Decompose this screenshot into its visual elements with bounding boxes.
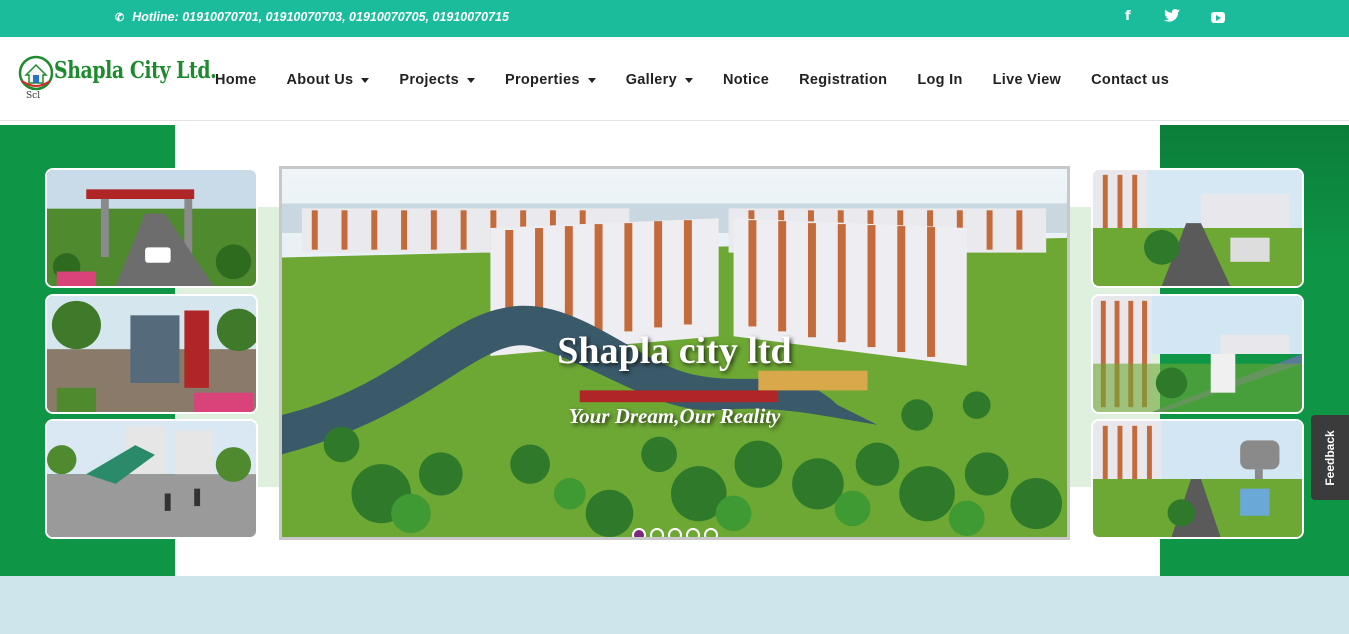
facebook-icon[interactable]: f xyxy=(1125,9,1131,24)
thumbnail-gate[interactable] xyxy=(45,168,258,288)
nav-properties[interactable]: Properties xyxy=(505,72,596,88)
thumbnail-plaza[interactable] xyxy=(45,419,258,539)
slider-dot-4[interactable] xyxy=(686,528,700,537)
slide-title: Shapla city ltd xyxy=(557,330,792,372)
thumbnail-entrance[interactable] xyxy=(45,294,258,414)
nav-about-us[interactable]: About Us xyxy=(287,72,370,88)
caret-down-icon xyxy=(684,77,693,83)
nav-home[interactable]: Home xyxy=(215,72,257,88)
twitter-icon[interactable] xyxy=(1164,9,1180,22)
house-logo-icon xyxy=(18,55,54,91)
nav-log-in[interactable]: Log In xyxy=(917,72,962,88)
slider-dot-3[interactable] xyxy=(668,528,682,537)
caret-down-icon xyxy=(587,77,596,83)
feedback-tab[interactable]: Feedback xyxy=(1311,415,1349,500)
logo-subtext: Scl xyxy=(26,91,41,101)
thumbnail-road-towers[interactable] xyxy=(1091,168,1304,288)
slider-dots xyxy=(632,528,722,537)
slider-dot-1[interactable] xyxy=(632,528,646,537)
nav-notice[interactable]: Notice xyxy=(723,72,769,88)
thumbnail-water-tower[interactable] xyxy=(1091,419,1304,539)
top-bar: ✆ Hotline: 01910070701, 01910070703, 0191… xyxy=(0,0,1349,37)
nav-contact-us[interactable]: Contact us xyxy=(1091,72,1169,88)
slider-dot-2[interactable] xyxy=(650,528,664,537)
hero-section: Shapla city ltd Your Dream,Our Reality F… xyxy=(0,125,1349,576)
nav-gallery[interactable]: Gallery xyxy=(626,72,693,88)
nav-live-view[interactable]: Live View xyxy=(993,72,1062,88)
caret-down-icon xyxy=(361,77,370,83)
site-logo[interactable]: Shapla City Ltd. Scl xyxy=(18,53,217,103)
nav-registration[interactable]: Registration xyxy=(799,72,887,88)
nav-projects[interactable]: Projects xyxy=(399,72,475,88)
youtube-icon[interactable] xyxy=(1211,12,1225,23)
bottom-band xyxy=(0,576,1349,634)
thumbnail-bridge[interactable] xyxy=(1091,294,1304,414)
slider-dot-5[interactable] xyxy=(704,528,718,537)
logo-text: Shapla City Ltd. xyxy=(54,57,217,84)
hotline-text: ✆ Hotline: 01910070701, 01910070703, 0191… xyxy=(115,10,509,24)
hero-slider[interactable]: Shapla city ltd Your Dream,Our Reality xyxy=(279,166,1070,540)
main-nav: Home About Us Projects Properties Galler… xyxy=(215,72,1199,88)
caret-down-icon xyxy=(466,77,475,83)
phone-icon: ✆ xyxy=(115,12,125,24)
slide-tagline: Your Dream,Our Reality xyxy=(568,404,781,428)
site-header: Shapla City Ltd. Scl Home About Us Proje… xyxy=(0,37,1349,121)
